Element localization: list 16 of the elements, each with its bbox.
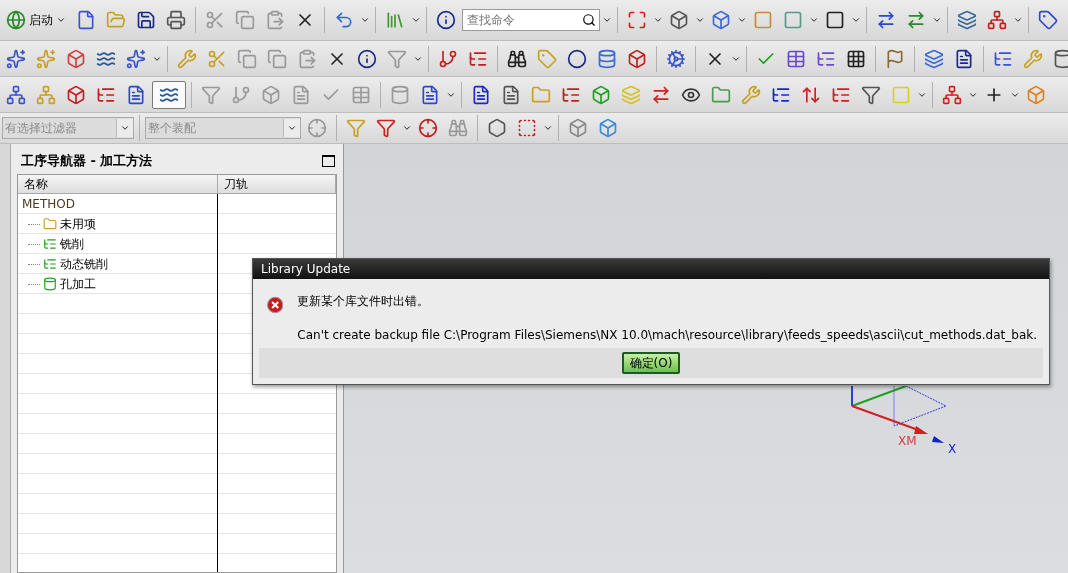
- axis-label: XM: [898, 434, 917, 448]
- tree-item[interactable]: 孔加工: [18, 274, 218, 294]
- column-header[interactable]: 刀轨: [218, 175, 336, 193]
- dialog-title: Library Update: [253, 259, 1049, 279]
- column-header[interactable]: 名称: [18, 175, 218, 193]
- tree-item[interactable]: 未用项: [18, 214, 218, 234]
- error-detail: Can't create backup file C:\Program Files\Siemens\NX 10.0\mach\resource\library\feeds_speeds\ascii\cut_methods.dat_bak.: [297, 328, 1037, 342]
- start-menu-button[interactable]: 启动: [2, 10, 70, 30]
- tree-item[interactable]: METHOD: [18, 194, 218, 214]
- ok-button[interactable]: 确定(O): [621, 352, 681, 374]
- error-message: 更新某个库文件时出错。: [297, 293, 431, 310]
- tree-item[interactable]: 动态铣削: [18, 254, 218, 274]
- search-field[interactable]: 查找命令: [462, 9, 600, 31]
- tree-item[interactable]: 铣削: [18, 234, 218, 254]
- panel-title: 工序导航器 - 加工方法: [21, 152, 153, 170]
- axis-label: X: [948, 442, 957, 456]
